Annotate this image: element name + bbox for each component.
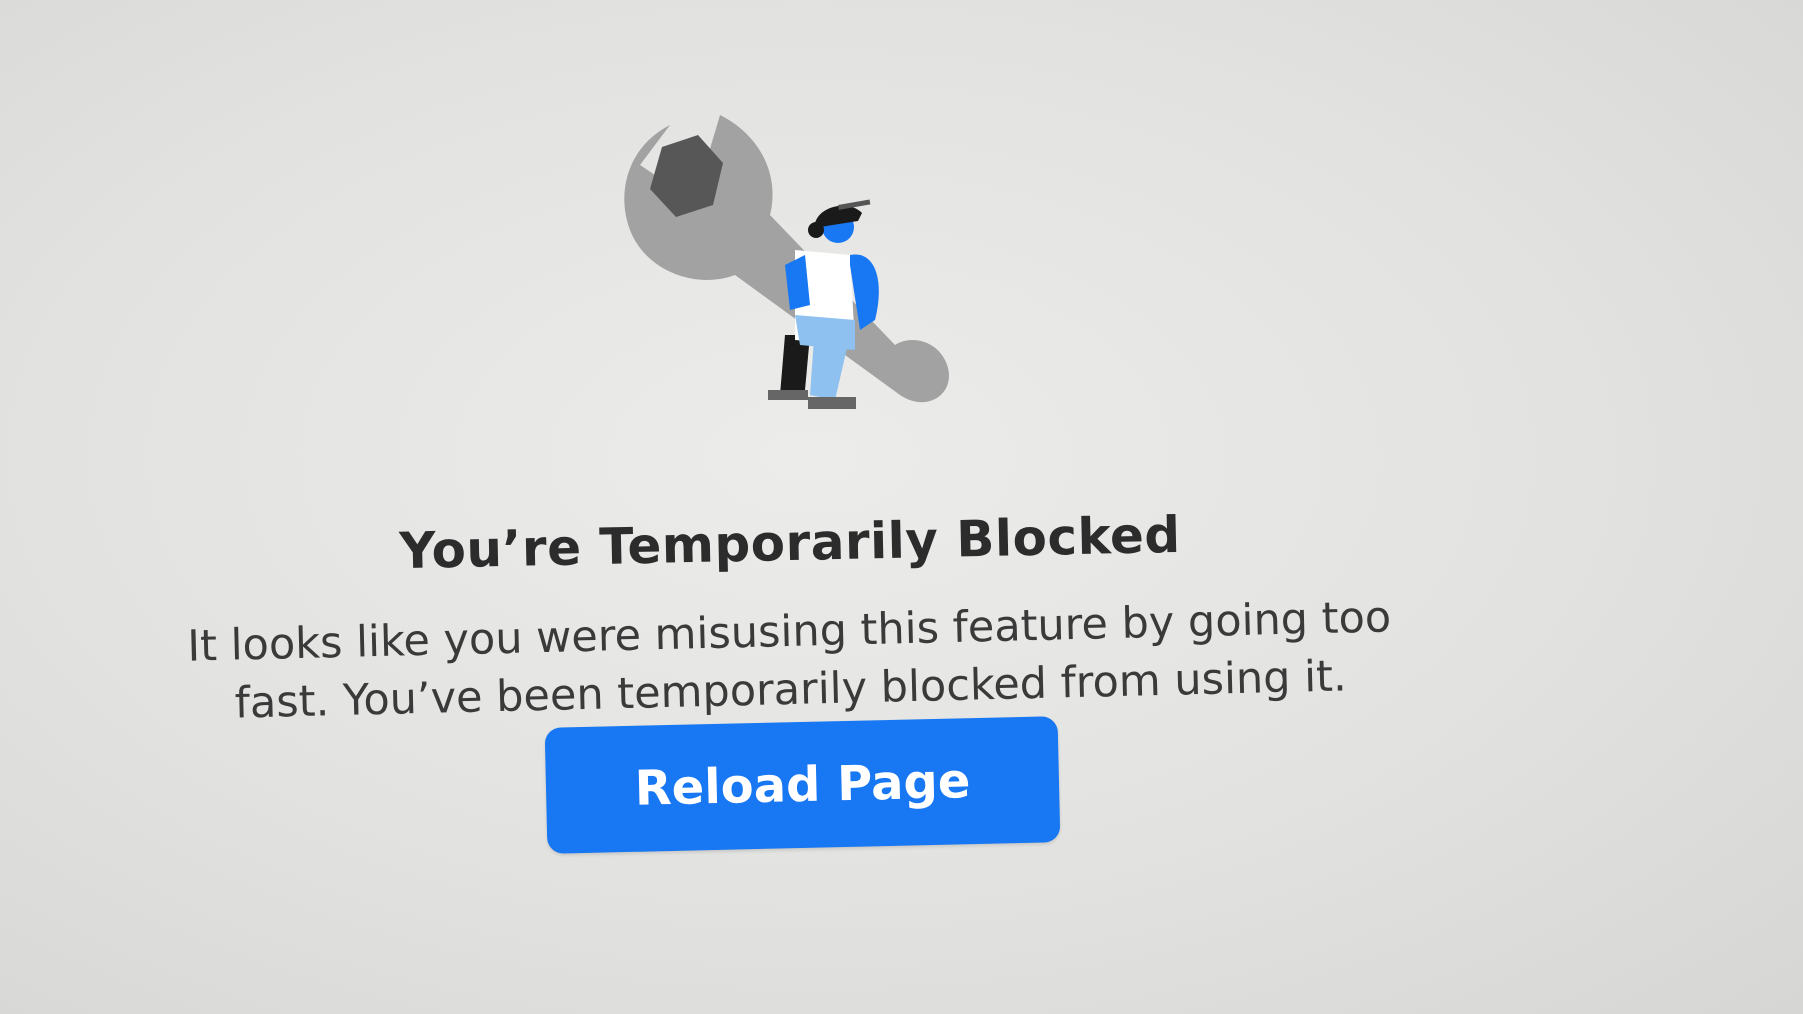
blocked-page: You’re Temporarily Blocked It looks like…	[0, 0, 1803, 1014]
reload-page-button[interactable]: Reload Page	[544, 716, 1061, 854]
block-message: It looks like you were misusing this fea…	[186, 592, 1392, 729]
wrench-worker-icon	[610, 105, 960, 425]
page-title: You’re Temporarily Blocked	[398, 505, 1182, 580]
